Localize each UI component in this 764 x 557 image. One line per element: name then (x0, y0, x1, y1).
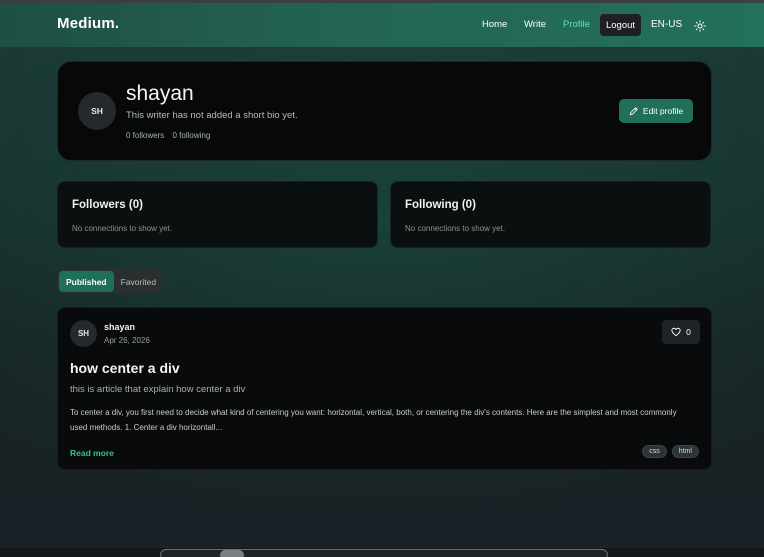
brand-logo[interactable]: Medium. (57, 15, 119, 32)
following-empty-text: No connections to show yet. (405, 224, 506, 233)
article-title[interactable]: how center a div (70, 360, 180, 376)
nav-link-write[interactable]: Write (524, 19, 546, 30)
profile-stats: 0 followers 0 following (126, 131, 216, 140)
following-count[interactable]: 0 following (172, 131, 210, 140)
bottom-scroll-thumb[interactable] (220, 550, 244, 557)
heart-icon (671, 327, 681, 337)
article-date: Apr 26, 2026 (104, 336, 150, 345)
navbar: Medium. Home Write Profile Logout EN-US (0, 3, 764, 47)
followers-card: Followers (0) No connections to show yet… (57, 181, 378, 248)
profile-bio: This writer has not added a short bio ye… (126, 110, 298, 121)
followers-title: Followers (0) (72, 199, 143, 211)
profile-card: SH shayan This writer has not added a sh… (57, 61, 712, 161)
tag-list: css html (642, 445, 699, 458)
following-card: Following (0) No connections to show yet… (390, 181, 711, 248)
article-tabs: Published Favorited (58, 270, 162, 293)
following-title: Following (0) (405, 199, 476, 211)
read-more-link[interactable]: Read more (70, 448, 114, 458)
avatar: SH (78, 92, 116, 130)
pencil-icon (629, 107, 638, 116)
article-description: this is article that explain how center … (70, 384, 246, 395)
like-count: 0 (686, 327, 691, 337)
article-excerpt: To center a div, you first need to decid… (70, 408, 677, 432)
nav-link-home[interactable]: Home (482, 19, 507, 30)
tag-css[interactable]: css (642, 445, 667, 458)
followers-count[interactable]: 0 followers (126, 131, 164, 140)
tag-html[interactable]: html (671, 445, 699, 458)
sun-icon[interactable] (694, 20, 706, 32)
like-button[interactable]: 0 (662, 320, 700, 344)
author-avatar[interactable]: SH (70, 320, 97, 347)
tab-published[interactable]: Published (59, 271, 114, 292)
edit-profile-label: Edit profile (642, 106, 684, 116)
logout-button[interactable]: Logout (600, 14, 641, 36)
tab-favorited[interactable]: Favorited (114, 271, 163, 292)
article-author[interactable]: shayan (104, 322, 135, 332)
article-card: SH shayan Apr 26, 2026 0 how center a di… (57, 307, 712, 470)
followers-empty-text: No connections to show yet. (72, 224, 173, 233)
language-selector[interactable]: EN-US (651, 19, 682, 30)
nav-link-profile[interactable]: Profile (563, 19, 590, 30)
profile-username: shayan (126, 82, 194, 105)
edit-profile-button[interactable]: Edit profile (619, 99, 693, 123)
